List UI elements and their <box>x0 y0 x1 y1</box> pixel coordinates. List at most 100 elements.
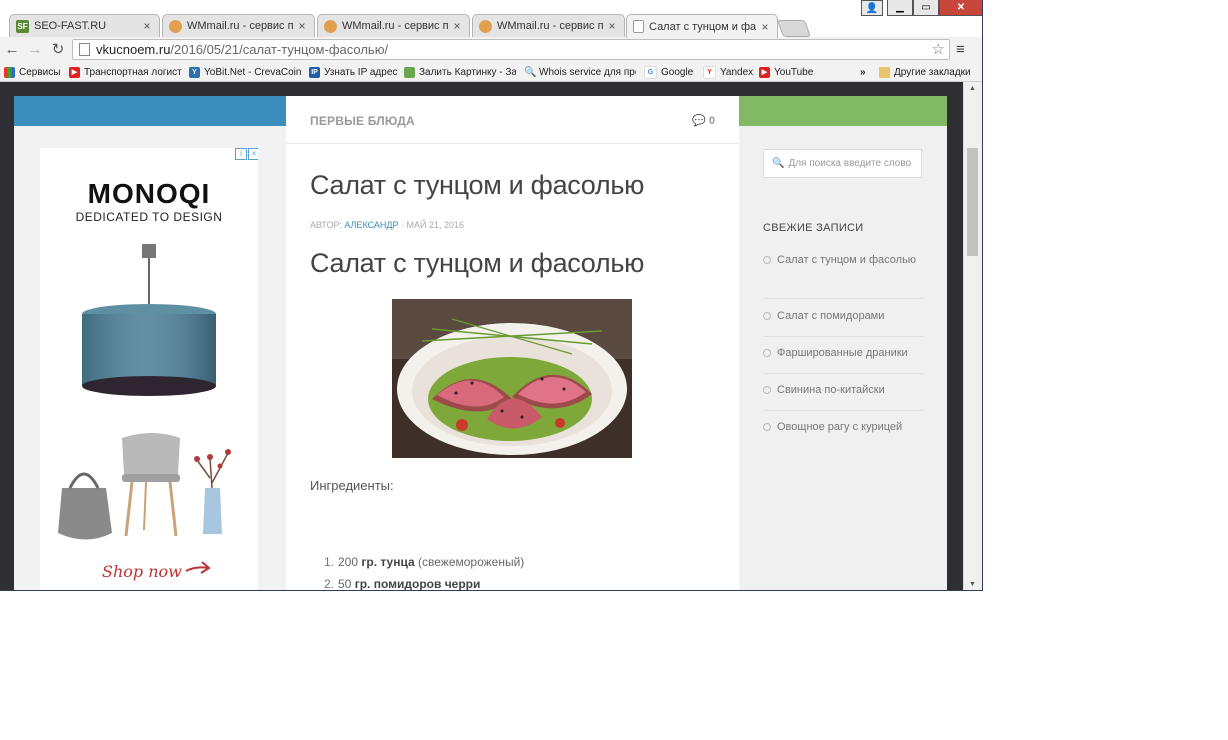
bookmark-item[interactable]: IP Узнать IP адрес <box>309 65 397 80</box>
back-arrow-icon[interactable]: ← <box>3 41 21 59</box>
bookmark-item[interactable]: G Google <box>644 65 693 80</box>
tab-strip: SF SEO-FAST.RU × WMmail.ru - сервис почт… <box>0 0 982 38</box>
post-date: МАЙ 21, 2016 <box>406 220 465 230</box>
list-number: 2. <box>323 577 334 591</box>
tab-title: WMmail.ru - сервис почт <box>497 20 603 32</box>
seofast-icon: SF <box>16 19 29 33</box>
yandex-icon: Y <box>703 66 716 79</box>
bookmark-item[interactable]: Сервисы <box>4 65 60 80</box>
bookmark-item[interactable]: Залить Картинку - За <box>404 65 516 80</box>
ingredients-list: 1. 200 гр. тунца (свежемороженый) 2. 50 гр… <box>310 551 524 591</box>
window-controls: 👤 ▁ ▭ ✕ <box>861 0 982 16</box>
list-item: 1. 200 гр. тунца (свежемороженый) <box>310 551 524 573</box>
recent-post-link[interactable]: Овощное рагу с курицей <box>763 417 923 447</box>
search-placeholder: Для поиска введите слово <box>788 158 912 169</box>
recent-post-title: Овощное рагу с курицей <box>777 421 903 433</box>
wmmail-icon <box>324 19 337 33</box>
bookmark-star-icon[interactable]: ☆ <box>932 40 945 58</box>
meta-separator: · <box>401 220 404 230</box>
apps-grid-icon <box>4 67 15 78</box>
close-window-button[interactable]: ✕ <box>939 0 982 16</box>
author-link[interactable]: АЛЕКСАНДР <box>344 220 398 230</box>
bullet-icon <box>763 256 771 265</box>
category-link[interactable]: ПЕРВЫЕ БЛЮДА <box>310 114 415 128</box>
ingredient-name: гр. помидоров черри <box>354 577 481 591</box>
ingredient-qty: 50 <box>338 577 352 591</box>
recent-post-title: Фаршированные драники <box>777 347 908 359</box>
maximize-button[interactable]: ▭ <box>913 0 939 16</box>
advertisement-banner[interactable]: i × MONOQI DEDICATED TO DESIGN Shop now <box>40 148 258 590</box>
bookmark-label: YoBit.Net - CrevaCoin <box>204 67 301 78</box>
tab-wmmail-2[interactable]: WMmail.ru - сервис почт × <box>317 14 470 37</box>
bullet-icon <box>763 312 771 321</box>
recent-post-link[interactable]: Салат с тунцом и фасолью <box>763 250 923 299</box>
ip-icon: IP <box>309 67 320 78</box>
ad-shop-now-link[interactable]: Shop now <box>102 562 182 581</box>
tab-seofast[interactable]: SF SEO-FAST.RU × <box>9 14 160 37</box>
comments-count-value: 0 <box>708 115 715 127</box>
vertical-scrollbar[interactable]: ▲ ▼ <box>963 82 982 590</box>
close-icon[interactable]: × <box>759 20 771 34</box>
new-tab-button[interactable] <box>776 20 812 37</box>
search-icon: 🔍 <box>524 67 537 78</box>
tab-wmmail-1[interactable]: WMmail.ru - сервис почт × <box>162 14 315 37</box>
bookmarks-overflow[interactable]: » <box>860 65 866 80</box>
user-icon[interactable]: 👤 <box>861 0 883 16</box>
list-item: 2. 50 гр. помидоров черри <box>310 573 524 591</box>
forward-arrow-icon[interactable]: → <box>26 41 44 59</box>
url-host: vkucnoem.ru <box>96 42 171 57</box>
bookmark-item[interactable]: Y Yandex <box>703 65 753 80</box>
minimize-button[interactable]: ▁ <box>887 0 913 16</box>
folder-icon <box>879 67 890 78</box>
reload-icon[interactable]: ↻ <box>49 41 67 59</box>
bookmark-label: Whois service для про <box>539 67 636 78</box>
scroll-down-icon[interactable]: ▼ <box>969 581 976 588</box>
address-bar[interactable]: vkucnoem.ru/2016/05/21/салат-тунцом-фасо… <box>72 39 950 60</box>
recent-post-link[interactable]: Свинина по-китайски <box>763 380 923 411</box>
recent-post-link[interactable]: Салат с помидорами <box>763 306 923 337</box>
tab-active-article[interactable]: Салат с тунцом и фасол × <box>626 14 778 38</box>
bookmark-label: Yandex <box>720 67 754 78</box>
tab-title: Салат с тунцом и фасол <box>649 20 756 33</box>
salad-photo-illustration <box>392 299 632 458</box>
article-content: ПЕРВЫЕ БЛЮДА 💬 0 Салат с тунцом и фасоль… <box>286 96 739 591</box>
ingredients-label: Ингредиенты: <box>310 478 394 493</box>
bookmark-item[interactable]: 🔍 Whois service для про <box>524 65 636 80</box>
tab-title: SEO-FAST.RU <box>34 20 107 32</box>
ingredient-name: гр. тунца <box>361 555 415 569</box>
scroll-up-icon[interactable]: ▲ <box>969 85 976 92</box>
bookmark-item[interactable]: ▶ Транспортная логист <box>69 65 183 80</box>
bookmark-label: Узнать IP адрес <box>324 67 397 78</box>
post-title: Салат с тунцом и фасолью <box>310 170 645 200</box>
overflow-chevron-icon: » <box>860 67 866 78</box>
ingredient-qty: 200 <box>338 555 359 569</box>
recent-posts-heading: СВЕЖИЕ ЗАПИСИ <box>763 222 864 234</box>
close-icon[interactable]: × <box>606 19 618 33</box>
comment-bubble-icon: 💬 <box>692 115 706 127</box>
close-icon[interactable]: × <box>296 19 308 33</box>
bookmark-label: Транспортная логист <box>84 67 182 78</box>
url-path: /2016/05/21/салат-тунцом-фасолью/ <box>170 42 389 57</box>
comments-count[interactable]: 💬 0 <box>692 114 715 127</box>
recent-post-title: Салат с помидорами <box>777 310 885 322</box>
toolbar: ← → ↻ vkucnoem.ru/2016/05/21/салат-тунцо… <box>0 37 982 63</box>
menu-icon[interactable]: ≡ <box>956 41 965 58</box>
tab-wmmail-3[interactable]: WMmail.ru - сервис почт × <box>472 14 625 37</box>
bookmark-folder[interactable]: Другие закладки <box>879 65 971 80</box>
yobit-icon: Y <box>189 67 200 78</box>
close-icon[interactable]: × <box>141 19 153 33</box>
bookmark-item[interactable]: Y YoBit.Net - CrevaCoin <box>189 65 301 80</box>
scrollbar-thumb[interactable] <box>967 148 978 256</box>
header-band-green <box>739 96 947 126</box>
google-icon: G <box>644 66 657 79</box>
bookmark-label: Залить Картинку - За <box>419 67 516 78</box>
bookmark-label: Другие закладки <box>894 67 971 78</box>
search-input[interactable]: 🔍 Для поиска введите слово <box>763 149 922 178</box>
bullet-icon <box>763 423 771 432</box>
recent-post-title: Свинина по-китайски <box>777 384 885 396</box>
wmmail-icon <box>169 19 182 33</box>
meta-author-prefix: АВТОР: <box>310 220 342 230</box>
close-icon[interactable]: × <box>451 19 463 33</box>
bookmark-item[interactable]: ▶ YouTube <box>759 65 813 80</box>
recent-post-link[interactable]: Фаршированные драники <box>763 343 923 374</box>
